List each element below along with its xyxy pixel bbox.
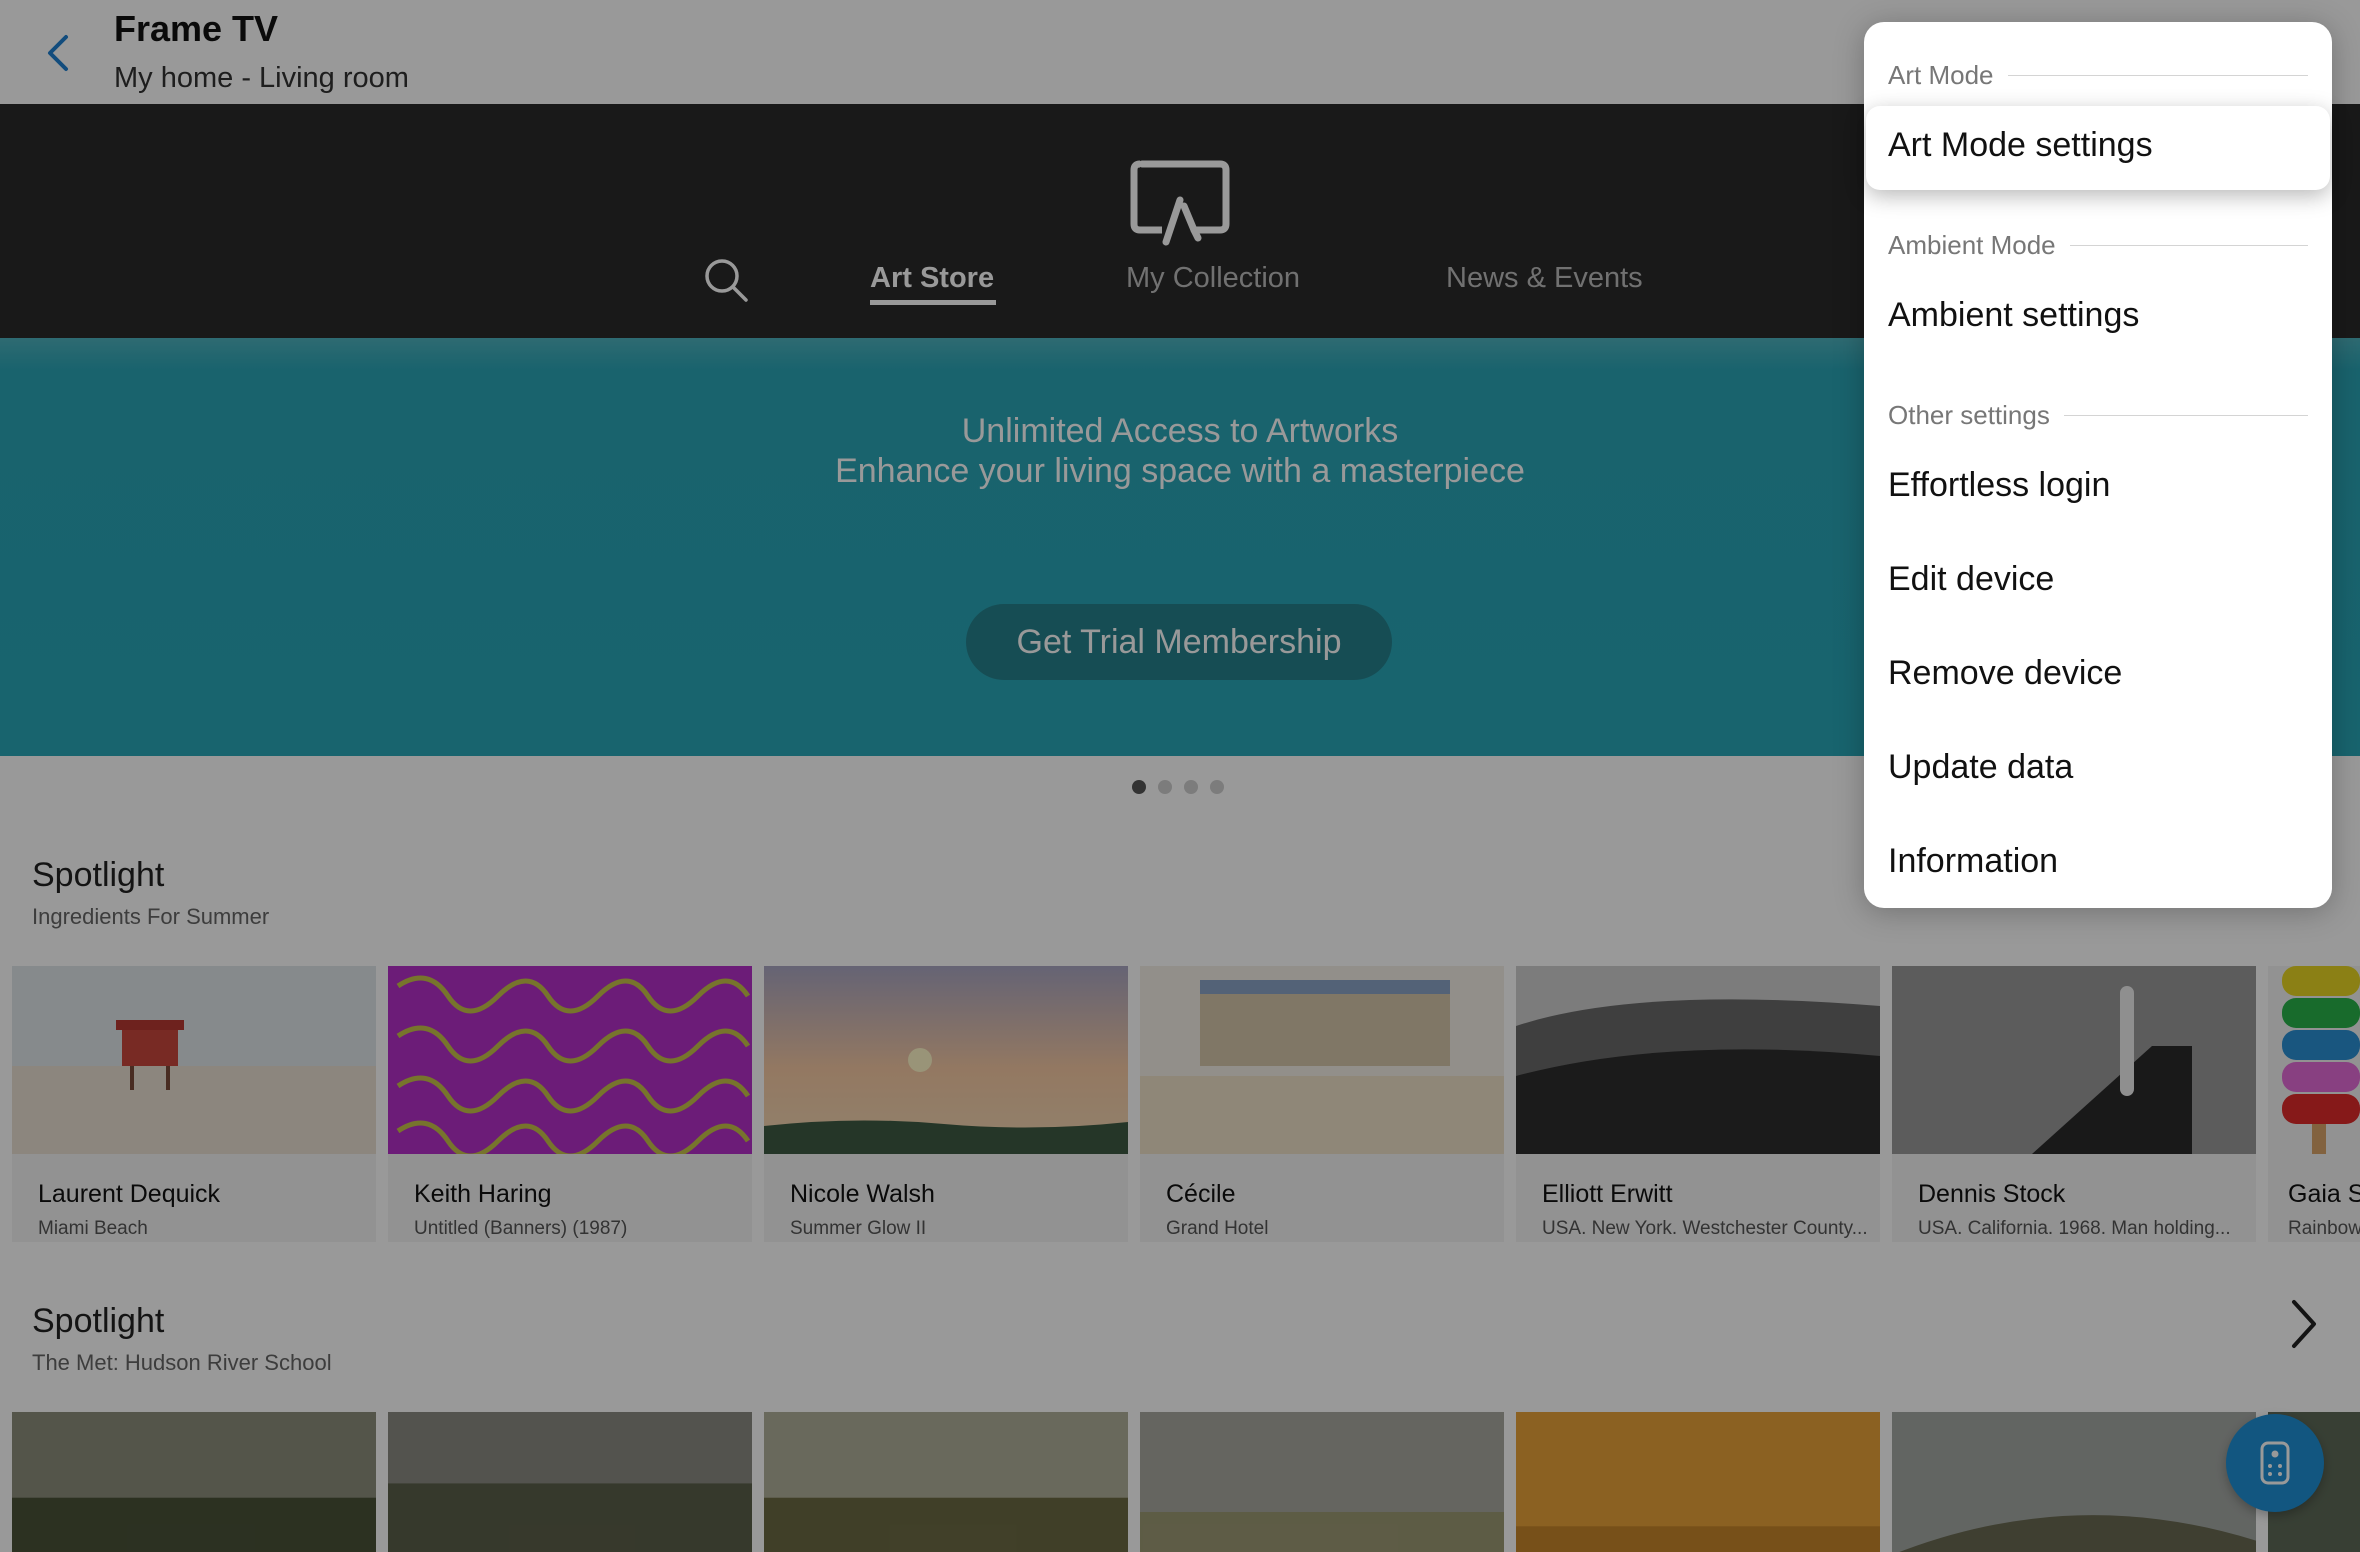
- menu-section-label: Other settings: [1888, 400, 2050, 430]
- menu-item-edit-device[interactable]: Edit device: [1888, 560, 2054, 599]
- menu-item-information[interactable]: Information: [1888, 842, 2058, 881]
- menu-section-header: Other settings: [1888, 400, 2308, 431]
- menu-section-label: Art Mode: [1888, 60, 1994, 90]
- menu-section-header: Ambient Mode: [1888, 230, 2308, 261]
- menu-item-effortless-login[interactable]: Effortless login: [1888, 466, 2110, 505]
- menu-item-update-data[interactable]: Update data: [1888, 748, 2073, 787]
- menu-divider: [2069, 245, 2308, 246]
- menu-item-label: Art Mode settings: [1888, 126, 2153, 164]
- device-options-menu: Art Mode Art Mode settings Ambient Mode …: [1864, 22, 2332, 908]
- menu-divider: [2007, 75, 2308, 76]
- menu-divider: [2063, 415, 2308, 416]
- menu-section-label: Ambient Mode: [1888, 230, 2056, 260]
- menu-section-header: Art Mode: [1888, 60, 2308, 91]
- menu-item-art-mode-settings[interactable]: Art Mode settings: [1866, 106, 2330, 190]
- menu-item-ambient-settings[interactable]: Ambient settings: [1888, 296, 2139, 335]
- menu-item-remove-device[interactable]: Remove device: [1888, 654, 2122, 693]
